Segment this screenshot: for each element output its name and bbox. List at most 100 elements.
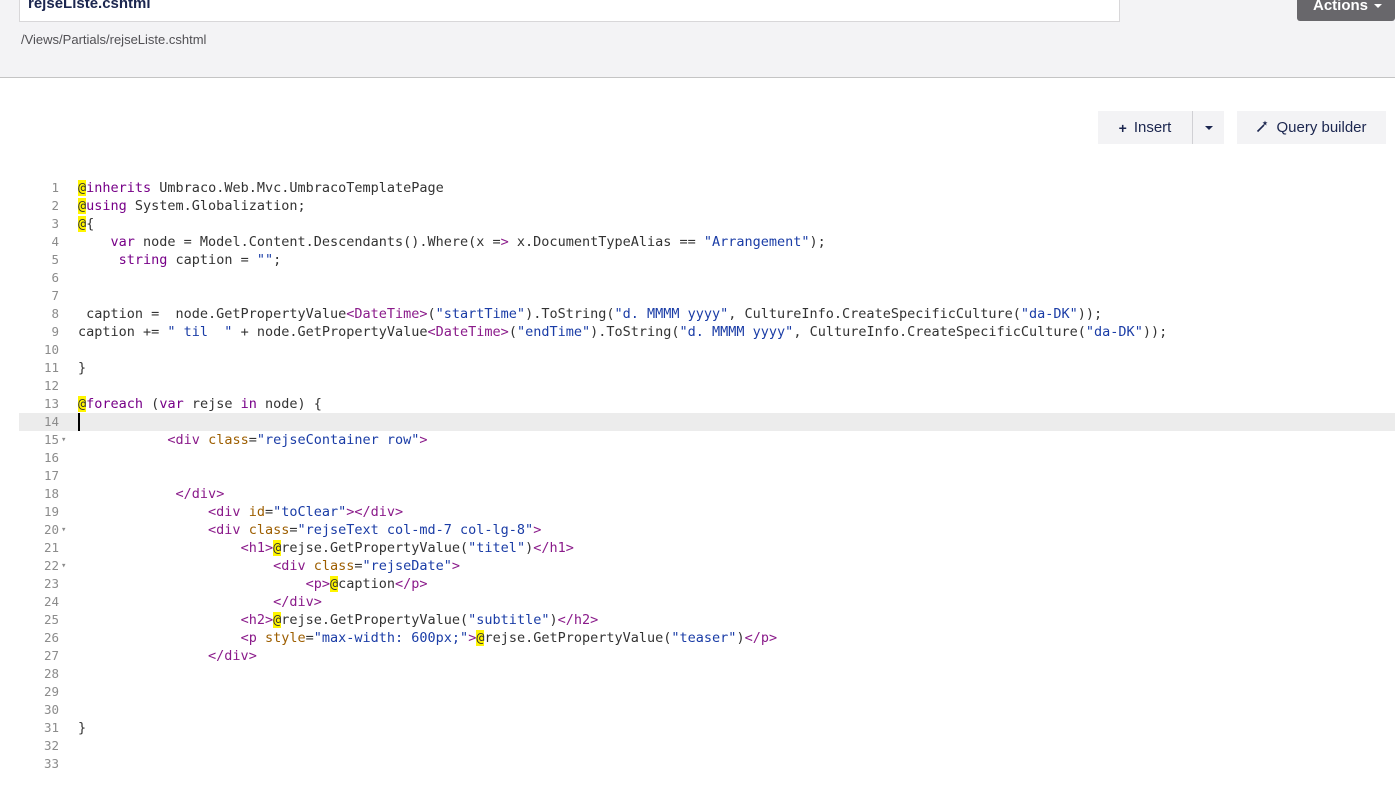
line-number: 18 [43, 486, 59, 501]
code-line[interactable]: 25 <h2>@rejse.GetPropertyValue("subtitle… [19, 611, 1395, 629]
code-text: <div class="rejseText col-md-7 col-lg-8"… [208, 522, 542, 538]
code-text: @inherits Umbraco.Web.Mvc.UmbracoTemplat… [78, 180, 444, 196]
line-number: 24 [43, 594, 59, 609]
line-number: 31 [43, 720, 59, 735]
code-text: <p>@caption</p> [305, 576, 428, 592]
insert-button-group: + Insert [1098, 111, 1224, 144]
code-line[interactable]: 2 @using System.Globalization; [19, 197, 1395, 215]
code-line[interactable]: 18 </div> [19, 485, 1395, 503]
code-text: <h2>@rejse.GetPropertyValue("subtitle")<… [240, 612, 599, 628]
code-line[interactable]: 12 [19, 377, 1395, 395]
code-text: </div> [273, 594, 322, 610]
line-number: 27 [43, 648, 59, 663]
query-builder-button[interactable]: Query builder [1237, 111, 1386, 144]
code-text: string caption = ""; [118, 252, 282, 268]
code-line[interactable]: 22 ▾ <div class="rejseDate"> [19, 557, 1395, 575]
code-line[interactable]: 31} [19, 719, 1395, 737]
query-builder-button-label: Query builder [1276, 119, 1367, 136]
code-line[interactable]: 23 <p>@caption</p> [19, 575, 1395, 593]
code-line[interactable]: 21 <h1>@rejse.GetPropertyValue("titel")<… [19, 539, 1395, 557]
code-line[interactable]: 5 string caption = ""; [19, 251, 1395, 269]
code-text: </div> [175, 486, 225, 502]
line-number: 23 [43, 576, 59, 591]
code-line[interactable]: 30 [19, 701, 1395, 719]
code-line[interactable]: 32 [19, 737, 1395, 755]
code-line[interactable]: 13 @foreach (var rejse in node) { [19, 395, 1395, 413]
line-number: 12 [43, 378, 59, 393]
code-line[interactable]: 1 @inherits Umbraco.Web.Mvc.UmbracoTempla… [19, 179, 1395, 197]
code-text: caption += " til " + node.GetPropertyVal… [78, 324, 1168, 340]
line-number: 4 [51, 234, 59, 249]
line-number: 17 [43, 468, 59, 483]
code-line[interactable]: 8 caption = node.GetPropertyValue<DateTi… [19, 305, 1395, 323]
code-line[interactable]: 17 [19, 467, 1395, 485]
insert-dropdown-button[interactable] [1193, 111, 1224, 144]
code-line[interactable]: 11} [19, 359, 1395, 377]
line-number: 10 [43, 342, 59, 357]
line-number: 26 [43, 630, 59, 645]
code-text: } [78, 360, 87, 376]
code-line[interactable]: 33 [19, 755, 1395, 773]
code-line[interactable]: 15 ▾ <div class="rejseContainer row"> [19, 431, 1395, 449]
line-number: 32 [43, 738, 59, 753]
magic-wand-icon [1256, 120, 1269, 136]
code-line[interactable]: 26 <p style="max-width: 600px;">@rejse.G… [19, 629, 1395, 647]
fold-toggle-icon[interactable]: ▾ [61, 557, 66, 575]
line-number: 33 [43, 756, 59, 771]
line-number: 15 [43, 432, 59, 447]
line-number: 7 [51, 288, 59, 303]
insert-button-label: Insert [1133, 119, 1172, 136]
line-number: 14 [43, 414, 59, 429]
code-text: <p style="max-width: 600px;">@rejse.GetP… [240, 630, 778, 646]
line-number: 21 [43, 540, 59, 555]
code-line[interactable]: 10 [19, 341, 1395, 359]
line-number: 3 [51, 216, 59, 231]
template-path: /Views/Partials/rejseListe.cshtml [21, 32, 207, 47]
code-text: caption = node.GetPropertyValue<DateTime… [78, 306, 1103, 322]
line-number: 6 [51, 270, 59, 285]
line-number: 29 [43, 684, 59, 699]
code-text: </div> [208, 648, 257, 664]
line-number: 22 [43, 558, 59, 573]
code-line[interactable]: 3 @{ [19, 215, 1395, 233]
code-text: @using System.Globalization; [78, 198, 306, 214]
code-text: <div class="rejseDate"> [273, 558, 461, 574]
code-line[interactable]: 20 ▾ <div class="rejseText col-md-7 col-l… [19, 521, 1395, 539]
actions-button-label: Actions [1313, 0, 1369, 14]
code-line[interactable]: 24 </div> [19, 593, 1395, 611]
code-line[interactable]: 29 [19, 683, 1395, 701]
code-line[interactable]: 14 [19, 413, 1395, 431]
code-text: @{ [78, 216, 95, 232]
line-number: 20 [43, 522, 59, 537]
template-name-input[interactable]: rejseListe.cshtml [19, 0, 1120, 22]
code-line[interactable]: 16 [19, 449, 1395, 467]
code-text: @foreach (var rejse in node) { [78, 396, 322, 412]
line-number: 16 [43, 450, 59, 465]
line-number: 30 [43, 702, 59, 717]
line-number: 1 [51, 180, 59, 195]
code-line[interactable]: 27 </div> [19, 647, 1395, 665]
editor-header: rejseListe.cshtml /Views/Partials/rejseL… [0, 0, 1395, 78]
code-text: <div class="rejseContainer row"> [167, 432, 428, 448]
line-number: 19 [43, 504, 59, 519]
code-line[interactable]: 19 <div id="toClear"></div> [19, 503, 1395, 521]
line-number: 13 [43, 396, 59, 411]
code-editor[interactable]: 1 @inherits Umbraco.Web.Mvc.UmbracoTempla… [19, 179, 1395, 779]
insert-button[interactable]: + Insert [1098, 111, 1193, 144]
chevron-down-icon [1374, 4, 1383, 9]
actions-button[interactable]: Actions [1297, 0, 1395, 21]
code-line[interactable]: 28 [19, 665, 1395, 683]
plus-icon: + [1118, 119, 1127, 136]
code-line[interactable]: 4 var node = Model.Content.Descendants()… [19, 233, 1395, 251]
code-text: } [78, 720, 87, 736]
code-text: <h1>@rejse.GetPropertyValue("titel")</h1… [240, 540, 574, 556]
fold-toggle-icon[interactable]: ▾ [61, 521, 66, 539]
line-number: 2 [51, 198, 59, 213]
code-line[interactable]: 7 [19, 287, 1395, 305]
code-line[interactable]: 9 caption += " til " + node.GetPropertyVa… [19, 323, 1395, 341]
text-cursor [78, 413, 80, 431]
code-text: <div id="toClear"></div> [208, 504, 404, 520]
fold-toggle-icon[interactable]: ▾ [61, 431, 66, 449]
code-line[interactable]: 6 [19, 269, 1395, 287]
line-number: 5 [51, 252, 59, 267]
